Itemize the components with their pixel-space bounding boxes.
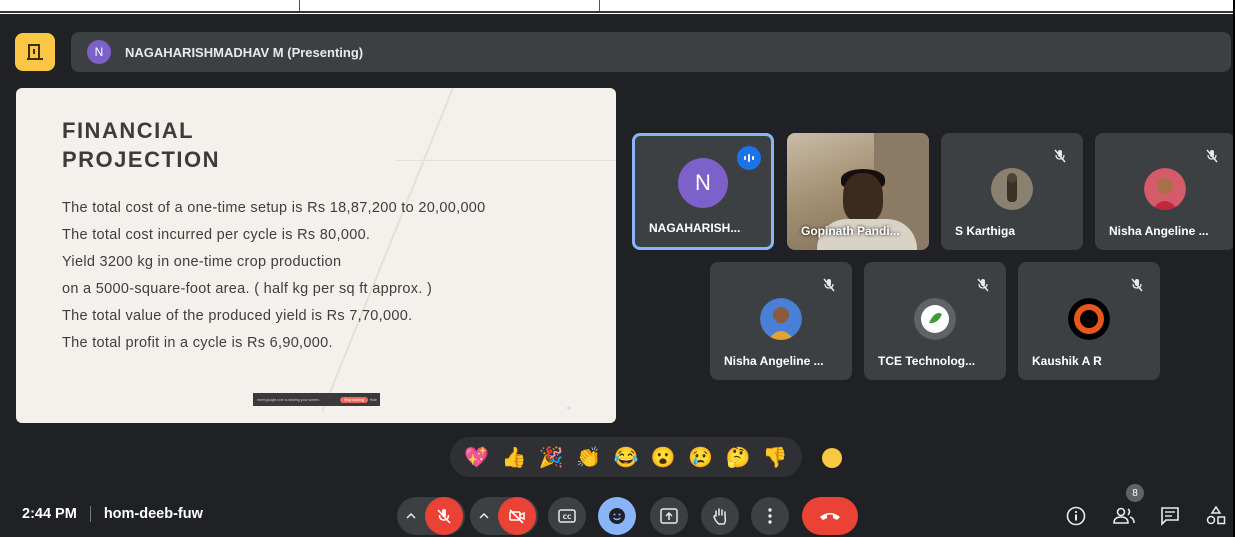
mic-off-icon (1203, 147, 1221, 165)
surprised-reaction[interactable]: 😮 (649, 445, 677, 470)
chevron-up-icon[interactable] (397, 513, 425, 519)
slide-line: The total cost incurred per cycle is Rs … (62, 227, 371, 243)
meeting-info: 2:44 PM hom-deeb-fuw (22, 506, 203, 522)
people-icon (1113, 507, 1135, 524)
participant-tile-tce[interactable]: TCE Technolog... (864, 262, 1006, 380)
activities-button[interactable] (1205, 505, 1227, 527)
door-icon (27, 44, 43, 60)
clapping-reaction[interactable]: 👏 (575, 445, 603, 470)
hang-up-icon (820, 513, 840, 520)
separator (89, 506, 91, 522)
participant-name: Nisha Angeline ... (1109, 224, 1209, 238)
slide-decoration-dot (567, 406, 571, 410)
participant-avatar (1068, 297, 1110, 340)
participant-name: S Karthiga (955, 224, 1016, 238)
presenter-bar: N NAGAHARISHMADHAV M (Presenting) (71, 32, 1231, 72)
party-popper-reaction[interactable]: 🎉 (537, 445, 565, 470)
slide-line: The total profit in a cycle is Rs 6,90,0… (62, 335, 333, 351)
reaction-picker: 💖 👍 🎉 👏 😂 😮 😢 🤔 👎 (450, 437, 802, 477)
chat-icon (1161, 507, 1179, 526)
participant-tile-kaushik[interactable]: Kaushik A R (1018, 262, 1160, 380)
participant-tile-nisha-2[interactable]: Nisha Angeline ... (710, 262, 852, 380)
participant-tile-nagaharish[interactable]: N NAGAHARISH... (632, 133, 774, 250)
reactions-button[interactable] (598, 497, 636, 535)
leave-call-button[interactable] (802, 497, 858, 535)
participant-name: Kaushik A R (1032, 354, 1102, 368)
slide-decoration-line (396, 160, 616, 161)
hide-notice-button[interactable]: Hide (370, 398, 377, 402)
stop-sharing-button[interactable]: Stop sharing (340, 396, 368, 403)
more-vert-icon (768, 508, 772, 524)
laughing-reaction[interactable]: 😂 (612, 445, 640, 470)
raise-hand-button[interactable] (701, 497, 739, 535)
slide-title-line: PROJECTION (62, 147, 221, 172)
participant-name: Gopinath Pandi... (801, 224, 900, 238)
presenter-avatar: N (87, 40, 111, 64)
thinking-reaction[interactable]: 🤔 (724, 445, 752, 470)
info-icon (1066, 506, 1086, 526)
sparkling-heart-reaction[interactable]: 💖 (463, 445, 491, 470)
participant-avatar (991, 168, 1033, 211)
presenter-label: NAGAHARISHMADHAV M (Presenting) (125, 44, 364, 60)
present-icon (660, 508, 678, 524)
svg-text:CC: CC (563, 514, 572, 521)
more-options-button[interactable] (751, 497, 789, 535)
crying-reaction[interactable]: 😢 (687, 445, 715, 470)
meeting-apps-button[interactable] (15, 33, 55, 71)
participant-name: TCE Technolog... (878, 354, 976, 368)
participant-avatar (914, 297, 956, 340)
meeting-details-button[interactable] (1065, 505, 1087, 527)
skin-tone-selector[interactable] (822, 448, 842, 468)
mic-control-group (397, 497, 465, 535)
meeting-code: hom-deeb-fuw (103, 506, 203, 522)
slide-line: on a 5000-square-foot area. ( half kg pe… (62, 281, 433, 297)
chat-button[interactable] (1159, 505, 1181, 527)
thumbs-down-reaction[interactable]: 👎 (761, 445, 789, 470)
hand-icon (713, 508, 727, 525)
participant-tile-karthiga[interactable]: S Karthiga (941, 133, 1083, 250)
people-button[interactable] (1113, 505, 1135, 527)
camera-toggle-button[interactable] (498, 497, 536, 535)
participant-tile-nisha-1[interactable]: Nisha Angeline ... (1095, 133, 1235, 250)
participant-avatar: N (678, 157, 728, 208)
thumbs-up-reaction[interactable]: 👍 (500, 445, 528, 470)
slide-title: FINANCIAL PROJECTION (62, 116, 220, 174)
slide-line: Yield 3200 kg in one-time crop productio… (62, 254, 342, 270)
slide-line: The total value of the produced yield is… (62, 308, 413, 324)
share-notice-text: meet.google.com is sharing your screen. (257, 397, 321, 402)
people-count-badge: 8 (1126, 484, 1144, 502)
mic-off-icon (437, 509, 451, 524)
participant-tile-gopinath[interactable]: Gopinath Pandi... (787, 133, 929, 250)
camera-control-group (470, 497, 538, 535)
top-strip-divider (0, 11, 1235, 13)
mic-off-icon (1051, 147, 1069, 165)
present-screen-button[interactable] (650, 497, 688, 535)
participant-avatar (760, 297, 802, 340)
activities-icon (1206, 506, 1226, 525)
chevron-up-icon[interactable] (470, 513, 498, 519)
closed-captions-icon: CC (558, 509, 576, 523)
screen-share-notice: meet.google.com is sharing your screen. … (253, 393, 380, 406)
mic-off-icon (1128, 276, 1146, 294)
slide-title-line: FINANCIAL (62, 118, 195, 143)
speaking-indicator-icon (737, 146, 761, 170)
slide-body: The total cost of a one-time setup is Rs… (62, 195, 486, 357)
current-time: 2:44 PM (22, 506, 77, 522)
mic-off-icon (820, 276, 838, 294)
camera-off-icon (509, 509, 525, 524)
participant-name: NAGAHARISH... (649, 221, 741, 235)
top-window-strip (0, 0, 1235, 14)
presentation-slide: FINANCIAL PROJECTION The total cost of a… (16, 88, 616, 423)
mic-off-icon (974, 276, 992, 294)
emoji-icon (609, 508, 625, 524)
captions-button[interactable]: CC (548, 497, 586, 535)
participant-avatar (1144, 168, 1186, 211)
participant-name: Nisha Angeline ... (724, 354, 824, 368)
video-person (843, 173, 883, 223)
mic-toggle-button[interactable] (425, 497, 463, 535)
slide-line: The total cost of a one-time setup is Rs… (62, 200, 486, 216)
